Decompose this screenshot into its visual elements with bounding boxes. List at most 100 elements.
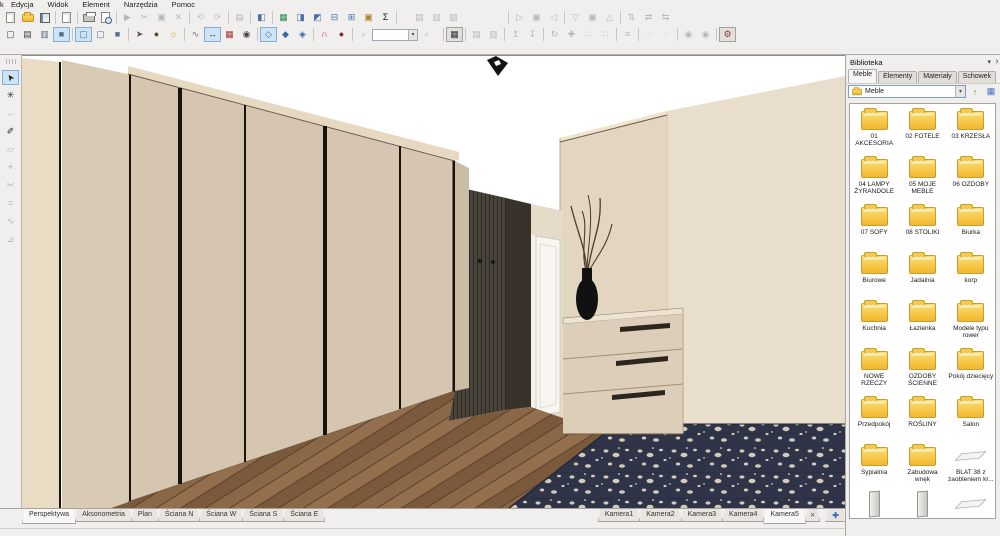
library-tab-schowek[interactable]: Schowek (957, 71, 997, 83)
library-tab-materiały[interactable]: Materiały (918, 71, 957, 83)
view-hidden-button[interactable]: ▢ (92, 27, 109, 42)
library-path-combobox[interactable]: Meble ▾ (848, 85, 966, 98)
snap-corner-button[interactable]: ◇ (260, 27, 277, 42)
grid-toggle-button[interactable]: ▦ (221, 27, 238, 42)
library-item-przedpokój[interactable]: Przedpokój (850, 392, 898, 440)
library-item-biurka[interactable]: Biurka (947, 200, 995, 248)
orbit-mode-button[interactable]: ● (148, 27, 165, 42)
menu-item-edycja[interactable]: Edycja (4, 0, 41, 9)
coat-hook[interactable] (477, 258, 483, 264)
save-project-button[interactable] (36, 10, 53, 25)
structure-tool-button[interactable]: ✳ (2, 88, 19, 103)
collision-toggle-button[interactable]: ● (333, 27, 350, 42)
print-preview-button[interactable] (97, 10, 114, 25)
library-item-07-sofy[interactable]: 07 SOFY (850, 200, 898, 248)
list-window-button[interactable]: ⊟ (326, 10, 343, 25)
library-item[interactable] (850, 488, 898, 518)
library-item-nowe-rzeczy[interactable]: NOWE RZECZY (850, 344, 898, 392)
library-item-04-lampy-żyrandole[interactable]: 04 LAMPY ŻYRANDOLE (850, 152, 898, 200)
select-tool-button[interactable]: ➤ (2, 70, 19, 85)
camera-tab-kamera4[interactable]: Kamera4 (722, 509, 764, 522)
library-item-salon[interactable]: Salon (947, 392, 995, 440)
view-contour-button[interactable]: ▢ (75, 27, 92, 42)
camera-tab-kamera2[interactable]: Kamera2 (639, 509, 681, 522)
menu-item-element[interactable]: Element (75, 0, 117, 9)
library-item-rośliny[interactable]: ROŚLINY (898, 392, 946, 440)
library-item-korp[interactable]: korp (947, 248, 995, 296)
library-item-02-fotele[interactable]: 02 FOTELE (898, 104, 946, 152)
drag-mode-button[interactable]: ➤ (131, 27, 148, 42)
chevron-down-icon[interactable]: ▾ (408, 29, 417, 40)
library-item-modele-typu-rower[interactable]: Modele typu rower (947, 296, 995, 344)
new-document-button[interactable] (2, 10, 19, 25)
add-camera-button[interactable]: ✚ (825, 509, 846, 522)
chevron-down-icon[interactable]: ▾ (955, 86, 965, 97)
export-file-button[interactable] (58, 10, 75, 25)
view-shaded-button[interactable]: ▥ (36, 27, 53, 42)
folder-up-button[interactable]: ↑ (968, 85, 982, 99)
library-item-06-ozdoby[interactable]: 06 OZDOBY (947, 152, 995, 200)
view-tab-ściana-w[interactable]: Ściana W (199, 509, 243, 522)
summary-window-button[interactable]: ▣ (360, 10, 377, 25)
picker-tool-button[interactable]: ✐ (2, 124, 19, 139)
library-tab-meble[interactable]: Meble (848, 69, 878, 83)
materials-toggle-button[interactable]: ∿ (187, 27, 204, 42)
library-item-08-stoliki[interactable]: 08 STOLIKI (898, 200, 946, 248)
visibility-toggle-button[interactable]: ◉ (238, 27, 255, 42)
library-item-kuchnia[interactable]: Kuchnia (850, 296, 898, 344)
view-textured-button[interactable]: ■ (53, 27, 70, 42)
toolbar-grip[interactable] (5, 59, 16, 64)
dark-wall-section[interactable] (506, 198, 531, 410)
dresser-front[interactable] (563, 314, 683, 434)
library-item-zabudowa-wnęk[interactable]: Zabudowa wnęk (898, 440, 946, 488)
left-wardrobe-mid[interactable] (62, 60, 128, 509)
sum-report-button[interactable]: Σ (377, 10, 394, 25)
settings-button[interactable]: ⚙ (719, 27, 736, 42)
library-item[interactable] (898, 488, 946, 518)
view-mode-button[interactable]: ▦ (984, 85, 998, 99)
open-project-button[interactable] (19, 10, 36, 25)
library-item-jadalnia[interactable]: Jadalnia (898, 248, 946, 296)
view-tab-plan[interactable]: Plan (131, 509, 159, 522)
menu-item-pomoc[interactable]: Pomoc (165, 0, 202, 9)
close-camera-tab-button[interactable]: ✕ (805, 509, 820, 522)
library-item-łazienka[interactable]: Łazienka (898, 296, 946, 344)
camera-tab-kamera5[interactable]: Kamera5 (763, 509, 805, 524)
library-item-ozdoby-ścienne[interactable]: OZDOBY ŚCIENNE (898, 344, 946, 392)
properties-window-button[interactable]: ◧ (253, 10, 270, 25)
library-item-sypialnia[interactable]: Sypialnia (850, 440, 898, 488)
library-item[interactable] (947, 488, 995, 518)
menu-item-narzędzia[interactable]: Narzędzia (117, 0, 165, 9)
camera-tab-kamera3[interactable]: Kamera3 (681, 509, 723, 522)
view-sketch-button[interactable]: ▤ (19, 27, 36, 42)
view-tab-aksonometria[interactable]: Aksonometria (75, 509, 132, 522)
left-wardrobe-side[interactable] (22, 58, 60, 509)
snap-top-button[interactable]: ◈ (294, 27, 311, 42)
3d-viewport[interactable] (22, 55, 845, 509)
library-item-pokój-dziecięcy[interactable]: Pokój dziecięcy (947, 344, 995, 392)
print-button[interactable] (80, 10, 97, 25)
zoom-level-combo[interactable]: ▾ (372, 28, 418, 41)
pixel-grid-toggle-button[interactable]: ▦ (446, 27, 463, 42)
right-wall[interactable] (667, 76, 845, 429)
view-tab-ściana-s[interactable]: Ściana S (242, 509, 284, 522)
vase[interactable] (576, 278, 598, 320)
view-tab-ściana-n[interactable]: Ściana N (158, 509, 200, 522)
magnet-toggle-button[interactable]: ∩ (316, 27, 333, 42)
library-item-blat-38-z-zaobleniem-kr-[interactable]: BLAT 38 z zaobleniem kr... (947, 440, 995, 488)
price-window-button[interactable]: ◨ (292, 10, 309, 25)
new-window-button[interactable]: ⊞ (343, 10, 360, 25)
light-toggle-button[interactable]: ☼ (165, 27, 182, 42)
dimensions-toggle-button[interactable]: ↔ (204, 27, 221, 42)
panel-collapse-icon[interactable]: ▾ (985, 58, 993, 66)
menu-item-widok[interactable]: Widok (41, 0, 76, 9)
library-item-03-krzesła[interactable]: 03 KRZESŁA (947, 104, 995, 152)
scene-svg[interactable] (22, 56, 845, 509)
report-window-button[interactable]: ▦ (275, 10, 292, 25)
camera-tab-kamera1[interactable]: Kamera1 (598, 509, 640, 522)
coat-hook[interactable] (490, 259, 496, 265)
view-tab-ściana-e[interactable]: Ściana E (283, 509, 325, 522)
library-item-01-akcesoria[interactable]: 01 AKCESORIA (850, 104, 898, 152)
library-item-biurowe[interactable]: Biurowe (850, 248, 898, 296)
library-item-05-moje-meble[interactable]: 05 MOJE MEBLE (898, 152, 946, 200)
